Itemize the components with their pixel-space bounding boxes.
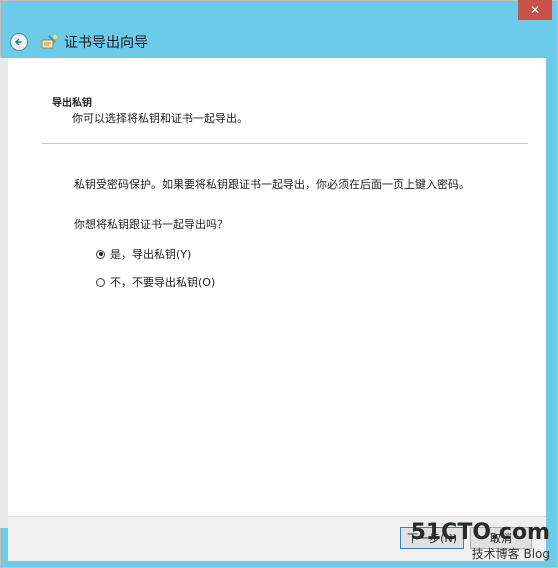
question-text: 你想将私钥跟证书一起导出吗？	[74, 218, 228, 231]
radio-button-checked[interactable]	[96, 249, 105, 259]
wizard-content: 导出私钥 你可以选择将私钥和证书一起导出。 私钥受密码保护。如果要将私钥跟证书一…	[8, 58, 546, 516]
back-button[interactable]	[10, 33, 28, 51]
page-title: 导出私钥	[52, 98, 92, 109]
cancel-button[interactable]: 取消	[470, 527, 532, 549]
radio-export-private-key[interactable]: 是，导出私钥(Y)	[96, 246, 191, 262]
radio-no-export-private-key[interactable]: 不，不要导出私钥(O)	[96, 274, 215, 290]
next-button[interactable]: 下一步(N)	[400, 527, 464, 549]
header-divider	[42, 143, 528, 144]
radio-button-unchecked[interactable]	[96, 277, 105, 287]
wizard-title: 证书导出向导	[64, 35, 148, 51]
radio-label-no: 不，不要导出私钥(O)	[110, 276, 216, 289]
close-button[interactable]: ✕	[518, 0, 552, 20]
certificate-wizard-icon	[41, 35, 57, 49]
wizard-titlebar: 证书导出向导	[10, 28, 558, 56]
radio-label-yes: 是，导出私钥(Y)	[110, 248, 192, 261]
back-arrow-icon	[15, 38, 22, 46]
page-subtitle: 你可以选择将私钥和证书一起导出。	[72, 112, 248, 125]
description-text: 私钥受密码保护。如果要将私钥跟证书一起导出，你必须在后面一页上键入密码。	[74, 178, 470, 191]
wizard-footer: 下一步(N) 取消	[8, 516, 546, 561]
background-window-strip	[0, 58, 8, 528]
close-icon: ✕	[529, 3, 541, 17]
